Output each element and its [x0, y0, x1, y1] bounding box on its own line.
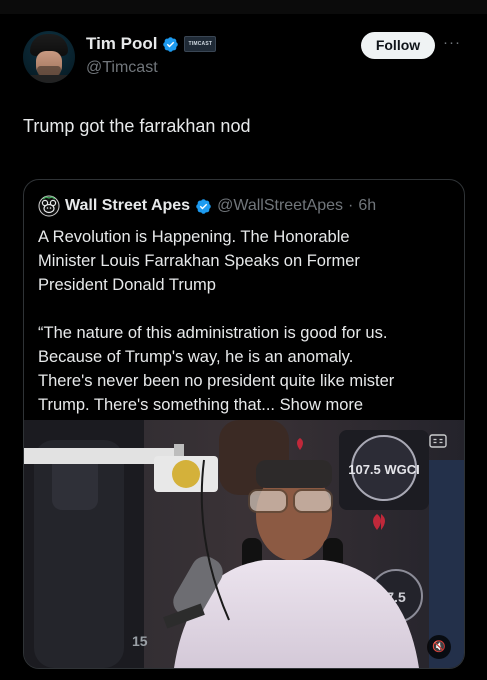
captions-icon[interactable]	[429, 434, 447, 448]
quoted-author-avatar[interactable]	[38, 195, 60, 217]
quoted-tweet-card[interactable]: Wall Street Apes @WallStreetApes · 6h A …	[23, 179, 465, 669]
quoted-paragraph-2: “The nature of this administration is go…	[38, 321, 458, 417]
quoted-author-display-name[interactable]: Wall Street Apes	[65, 197, 190, 215]
quoted-tweet-body: A Revolution is Happening. The Honorable…	[38, 225, 458, 417]
verified-badge-icon	[163, 36, 179, 52]
author-handle[interactable]: @Timcast	[86, 59, 158, 77]
tweet-text: Trump got the farrakhan nod	[23, 116, 251, 136]
video-player[interactable]: 107.5 WGCI 7.5 15 🔇	[24, 420, 464, 668]
more-options-icon[interactable]: ···	[443, 35, 467, 52]
video-frame: 107.5 WGCI 7.5 15	[24, 420, 464, 668]
top-status-strip	[0, 0, 487, 14]
ape-logo-icon	[38, 195, 60, 217]
quoted-timestamp[interactable]: 6h	[358, 197, 376, 215]
header-separator: ·	[348, 197, 354, 214]
affiliate-badge[interactable]: TIMCAST	[184, 36, 217, 52]
quoted-paragraph-1: A Revolution is Happening. The Honorable…	[38, 228, 360, 294]
quoted-author-handle[interactable]: @WallStreetApes	[217, 197, 343, 215]
follow-button[interactable]: Follow	[361, 32, 435, 59]
quoted-verified-badge-icon	[196, 198, 211, 214]
author-avatar[interactable]	[23, 31, 75, 83]
station-logo-text: 107.5 WGCI	[348, 462, 420, 477]
volume-muted-icon[interactable]: 🔇	[427, 635, 451, 659]
author-display-name[interactable]: Tim Pool	[86, 34, 157, 54]
quoted-tweet-header: Wall Street Apes @WallStreetApes · 6h	[38, 195, 376, 217]
show-more-link[interactable]: Show more	[280, 396, 363, 414]
author-name-row: Tim Pool TIMCAST	[86, 34, 217, 54]
side-number-text: 15	[132, 633, 148, 649]
avatar-shirt	[23, 75, 75, 83]
